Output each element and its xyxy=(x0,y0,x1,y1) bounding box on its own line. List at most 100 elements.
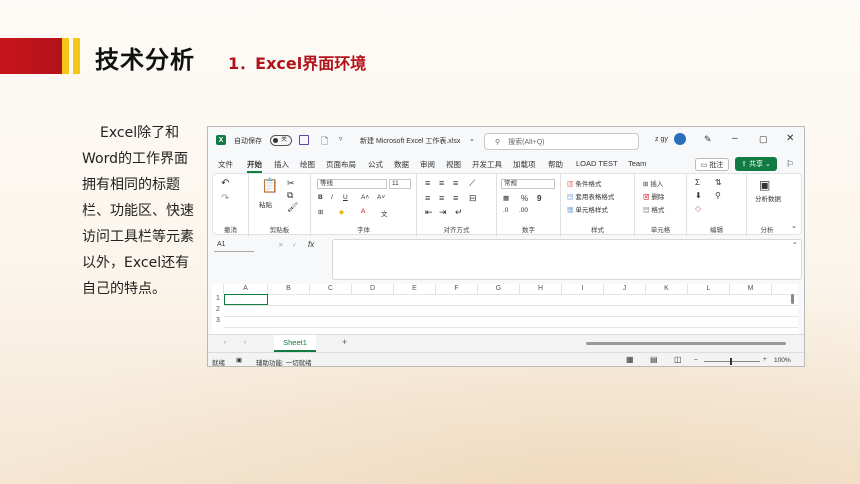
font-size-select[interactable]: 11 xyxy=(389,179,411,189)
formula-input[interactable] xyxy=(332,239,802,280)
align-left-icon[interactable]: ≡ xyxy=(425,193,430,203)
column-header[interactable]: M xyxy=(730,284,772,294)
fill-icon[interactable]: ⬇ xyxy=(695,191,702,200)
pen-icon[interactable]: ✎ xyxy=(704,134,712,145)
tab-formulas[interactable]: 公式 xyxy=(368,159,383,170)
wrap-text-icon[interactable]: ↵ xyxy=(455,207,463,218)
autosum-icon[interactable]: Σ xyxy=(695,178,700,187)
avatar[interactable] xyxy=(674,133,686,145)
tab-developer[interactable]: 开发工具 xyxy=(472,159,502,170)
column-header[interactable]: K xyxy=(646,284,688,294)
shrink-font-icon[interactable]: A˅ xyxy=(377,194,385,201)
column-header[interactable]: I xyxy=(562,284,604,294)
comma-icon[interactable]: 9 xyxy=(537,194,541,203)
increase-indent-icon[interactable]: ⇥ xyxy=(439,207,447,218)
share-button[interactable]: ⇪ 共享 ⌄ xyxy=(735,157,777,171)
undo-icon[interactable]: ↶ xyxy=(221,178,229,189)
insert-cells-button[interactable]: ⊞ 插入 xyxy=(643,178,663,188)
comment-button[interactable]: ▭ 批注 xyxy=(695,158,729,171)
format-painter-icon[interactable]: 🖌 xyxy=(287,202,298,213)
delete-cells-button[interactable]: ⊠ 删除 xyxy=(643,191,664,201)
column-header[interactable]: E xyxy=(394,284,436,294)
tab-addins[interactable]: 加载项 xyxy=(513,159,536,170)
tab-draw[interactable]: 绘图 xyxy=(300,159,315,170)
customize-toolbar-icon[interactable]: ▿ xyxy=(339,135,343,143)
tab-data[interactable]: 数据 xyxy=(394,159,409,170)
close-icon[interactable]: ✕ xyxy=(786,133,794,144)
chevron-down-icon[interactable]: ⌄ xyxy=(469,135,475,143)
fill-color-icon[interactable]: ◆ xyxy=(339,208,344,216)
page-break-view-icon[interactable]: ◫ xyxy=(674,355,682,364)
percent-icon[interactable]: % xyxy=(521,194,528,203)
align-center-icon[interactable]: ≡ xyxy=(439,193,444,203)
column-header[interactable]: D xyxy=(352,284,394,294)
format-cells-button[interactable]: ▤ 格式 xyxy=(643,204,664,214)
analyze-data-icon[interactable]: ▣ xyxy=(759,178,770,192)
tab-review[interactable]: 审阅 xyxy=(420,159,435,170)
align-right-icon[interactable]: ≡ xyxy=(453,193,458,203)
scrollbar-thumb[interactable] xyxy=(791,294,794,304)
name-box[interactable]: A1 xyxy=(214,238,254,252)
row-header[interactable]: 1 xyxy=(212,294,224,304)
font-name-select[interactable]: 等线 xyxy=(317,179,387,189)
vertical-scrollbar[interactable] xyxy=(790,294,796,334)
tab-insert[interactable]: 插入 xyxy=(274,159,289,170)
sheet-tab[interactable]: Sheet1 xyxy=(274,335,316,352)
italic-icon[interactable]: I xyxy=(331,194,333,201)
tab-team[interactable]: Team xyxy=(628,159,646,168)
column-header[interactable]: H xyxy=(520,284,562,294)
zoom-slider-thumb[interactable] xyxy=(730,358,732,365)
maximize-icon[interactable]: ▢ xyxy=(759,134,768,145)
column-header[interactable]: J xyxy=(604,284,646,294)
decrease-indent-icon[interactable]: ⇤ xyxy=(425,207,433,218)
tab-help[interactable]: 帮助 xyxy=(548,159,563,170)
window-filename[interactable]: 新建 Microsoft Excel 工作表.xlsx xyxy=(360,136,460,146)
merge-center-icon[interactable]: ⊟ xyxy=(469,193,477,204)
save-icon[interactable] xyxy=(299,135,309,145)
zoom-in-icon[interactable]: + xyxy=(763,356,767,363)
tab-file[interactable]: 文件 xyxy=(218,159,233,170)
increase-decimal-icon[interactable]: .0 xyxy=(503,207,508,214)
confirm-entry-icon[interactable]: ✓ xyxy=(292,241,297,249)
align-top-icon[interactable]: ≡ xyxy=(425,178,430,188)
row-header[interactable]: 3 xyxy=(212,316,224,326)
file-new-icon[interactable]: 🗋 xyxy=(321,134,328,150)
tab-page-layout[interactable]: 页面布局 xyxy=(326,159,356,170)
zoom-slider[interactable] xyxy=(704,358,760,365)
border-icon[interactable]: ⊞ xyxy=(318,208,323,216)
paste-label[interactable]: 粘贴 xyxy=(259,199,272,209)
cell-styles-button[interactable]: ▦ 单元格样式 xyxy=(567,204,608,214)
find-icon[interactable]: ⚲ xyxy=(715,191,721,200)
prev-sheet-icon[interactable]: ‹ xyxy=(224,339,226,346)
next-sheet-icon[interactable]: › xyxy=(244,339,246,346)
column-header[interactable]: A xyxy=(224,284,268,294)
column-header[interactable]: G xyxy=(478,284,520,294)
worksheet-grid[interactable]: A B C D E F G H I J K L M 1 2 3 xyxy=(212,284,798,334)
sort-filter-icon[interactable]: ⇅ xyxy=(715,178,722,187)
tab-load-test[interactable]: LOAD TEST xyxy=(576,159,618,168)
tab-view[interactable]: 视图 xyxy=(446,159,461,170)
insert-function-icon[interactable]: fx xyxy=(308,240,314,249)
normal-view-icon[interactable]: ▦ xyxy=(626,355,634,364)
column-header[interactable]: F xyxy=(436,284,478,294)
number-format-select[interactable]: 常规 xyxy=(501,179,555,189)
search-box[interactable]: ⚲ 搜索(Alt+Q) xyxy=(484,133,639,150)
align-middle-icon[interactable]: ≡ xyxy=(439,178,444,188)
clear-icon[interactable]: ◇ xyxy=(695,204,701,213)
zoom-out-icon[interactable]: – xyxy=(694,356,698,363)
row-header[interactable]: 2 xyxy=(212,305,224,315)
macro-record-icon[interactable]: ▣ xyxy=(236,356,242,364)
column-header[interactable]: C xyxy=(310,284,352,294)
page-layout-view-icon[interactable]: ▤ xyxy=(650,355,658,364)
horizontal-scrollbar[interactable] xyxy=(586,342,786,345)
select-all-corner[interactable] xyxy=(212,284,224,294)
analyze-data-label[interactable]: 分析数据 xyxy=(754,196,782,204)
column-header[interactable]: B xyxy=(268,284,310,294)
conditional-format-button[interactable]: ▥ 条件格式 xyxy=(567,178,601,188)
accessibility-status[interactable]: 辅助功能: 一切就绪 xyxy=(256,357,312,366)
collapse-ribbon-icon[interactable]: ⌄ xyxy=(791,222,797,230)
underline-icon[interactable]: U xyxy=(343,194,348,201)
user-name[interactable]: z gy xyxy=(655,136,668,143)
align-bottom-icon[interactable]: ≡ xyxy=(453,178,458,188)
paste-icon[interactable]: 📋 xyxy=(261,177,278,194)
